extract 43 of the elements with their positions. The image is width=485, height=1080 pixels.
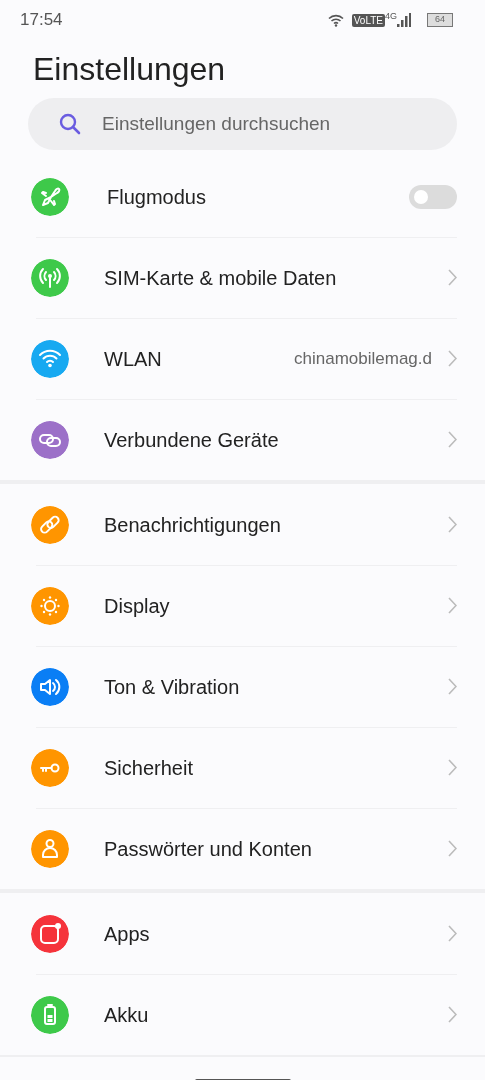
- chevron-icon: [448, 925, 457, 942]
- settings-item[interactable]: WLAN chinamobilemag.d: [0, 318, 485, 399]
- settings-item[interactable]: Sicherheit: [0, 727, 485, 808]
- chevron-icon: [448, 597, 457, 614]
- settings-item[interactable]: SIM-Karte & mobile Daten: [0, 237, 485, 318]
- signal-icon: [397, 13, 411, 27]
- battery-icon: [31, 995, 69, 1034]
- settings-item[interactable]: Display: [0, 565, 485, 646]
- volte-badge: VoLTE: [351, 13, 385, 27]
- settings-item[interactable]: Benachrichtigungen: [0, 484, 485, 565]
- setting-value: chinamobilemag.d: [294, 347, 432, 370]
- chevron-icon: [448, 678, 457, 695]
- person-icon: [31, 829, 69, 868]
- antenna-icon: [31, 258, 69, 297]
- settings-item[interactable]: Ton & Vibration: [0, 646, 485, 727]
- app-icon: [31, 914, 69, 953]
- sun-icon: [31, 586, 69, 625]
- network-type: 4G: [385, 10, 397, 23]
- chevron-icon: [448, 350, 457, 367]
- search-field[interactable]: Einstellungen durchsuchen: [28, 98, 457, 150]
- page-title: Einstellungen: [33, 50, 227, 89]
- wifi-icon: [31, 339, 69, 378]
- search-icon: [58, 112, 82, 136]
- settings-item[interactable]: Passwörter und Konten: [0, 808, 485, 889]
- chevron-icon: [448, 1006, 457, 1023]
- settings-item[interactable]: Verbundene Geräte: [0, 399, 485, 480]
- chevron-icon: [448, 516, 457, 533]
- settings-item[interactable]: Akku: [0, 974, 485, 1055]
- settings-item[interactable]: Apps: [0, 893, 485, 974]
- chevron-icon: [448, 431, 457, 448]
- toggle-switch[interactable]: [409, 184, 457, 209]
- chevron-icon: [448, 759, 457, 776]
- chevron-icon: [448, 269, 457, 286]
- placeholder-text: Einstellungen durchsuchen: [102, 111, 331, 136]
- link-icon: [31, 420, 69, 459]
- chevron-icon: [448, 840, 457, 857]
- link-icon: [31, 505, 69, 544]
- speaker-icon: [31, 667, 69, 706]
- wifi-icon: [327, 13, 344, 27]
- clock: 17:54: [20, 9, 63, 32]
- settings-item[interactable]: Flugmodus: [0, 156, 485, 237]
- key-icon: [31, 748, 69, 787]
- battery-level: 64: [427, 13, 453, 27]
